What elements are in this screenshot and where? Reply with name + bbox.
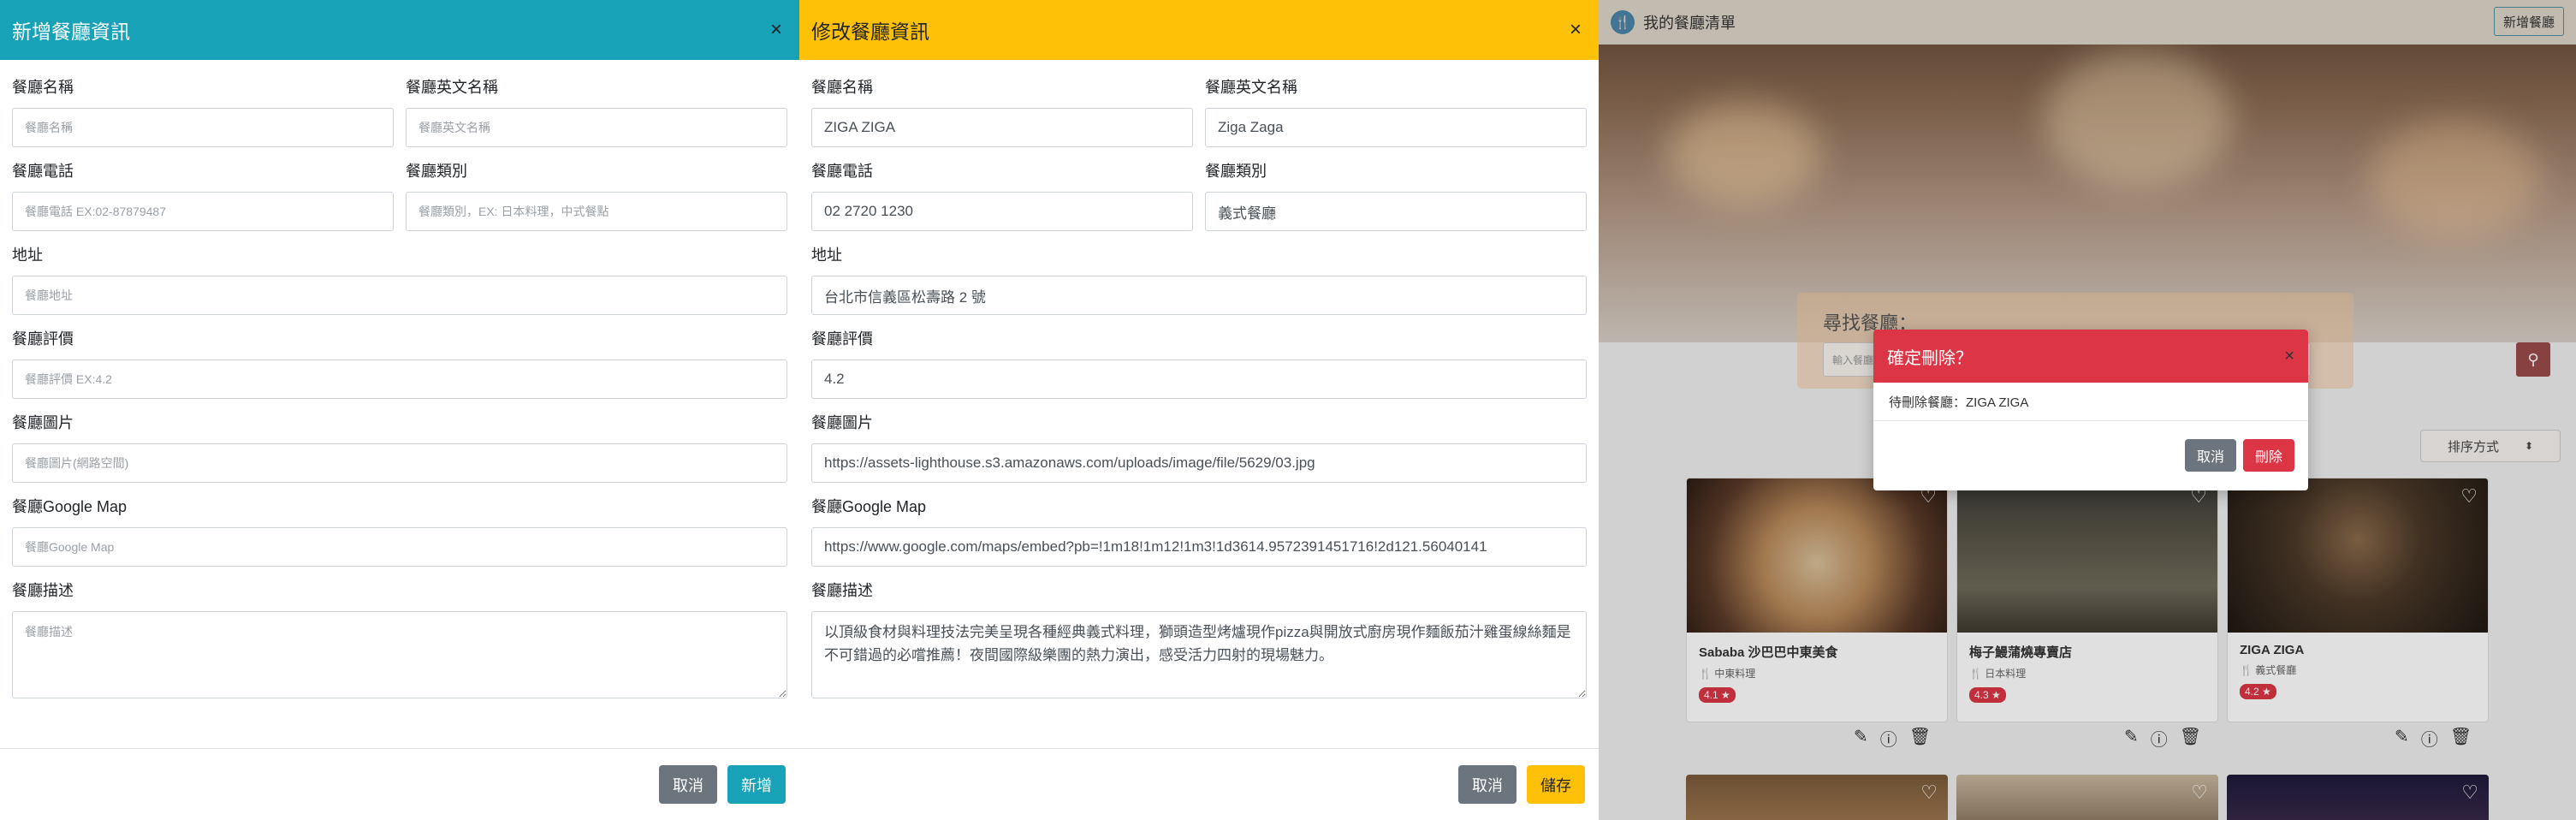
rating-label: 餐廳評價 [811, 330, 873, 348]
add-restaurant-modal: 新增餐廳資訊 × 餐廳名稱 餐廳英文名稱 餐廳電話 餐廳類別 地址 餐廳評價 餐… [0, 0, 799, 820]
address-label: 地址 [12, 247, 43, 264]
phone-input[interactable] [12, 192, 394, 231]
delete-confirm-dialog: 確定刪除？ × 待刪除餐廳：ZIGA ZIGA 取消 刪除 [1873, 330, 2308, 490]
category-label: 餐廳類別 [1205, 163, 1267, 180]
image-input[interactable] [811, 443, 1587, 483]
map-input[interactable] [811, 527, 1587, 567]
cancel-button[interactable]: 取消 [2184, 439, 2236, 472]
edit-modal-body: 餐廳名稱 餐廳英文名稱 餐廳電話 餐廳類別 地址 餐廳評價 餐廳圖片 餐廳Goo… [799, 60, 1599, 703]
map-input[interactable] [12, 527, 787, 567]
phone-label: 餐廳電話 [12, 163, 74, 180]
edit-restaurant-modal: 修改餐廳資訊 × 餐廳名稱 餐廳英文名稱 餐廳電話 餐廳類別 地址 餐廳評價 餐… [799, 0, 1599, 820]
image-label: 餐廳圖片 [12, 414, 74, 431]
name-input[interactable] [811, 108, 1193, 147]
add-modal-body: 餐廳名稱 餐廳英文名稱 餐廳電話 餐廳類別 地址 餐廳評價 餐廳圖片 餐廳Goo… [0, 60, 799, 703]
name-en-label: 餐廳英文名稱 [1205, 79, 1297, 96]
name-label: 餐廳名稱 [811, 79, 873, 96]
add-modal-header: 新增餐廳資訊 × [0, 0, 799, 60]
add-modal-footer: 取消 新增 [0, 748, 799, 820]
rating-input[interactable] [811, 359, 1587, 399]
name-en-label: 餐廳英文名稱 [406, 79, 498, 96]
address-input[interactable] [811, 276, 1587, 315]
save-button[interactable]: 儲存 [1527, 765, 1585, 804]
add-modal-title: 新增餐廳資訊 [12, 21, 130, 43]
phone-label: 餐廳電話 [811, 163, 873, 180]
name-en-input[interactable] [406, 108, 787, 147]
category-input[interactable] [406, 192, 787, 231]
name-input[interactable] [12, 108, 394, 147]
address-input[interactable] [12, 276, 787, 315]
delete-dialog-title: 確定刪除？ [1887, 348, 1973, 368]
delete-dialog-footer: 取消 刪除 [1873, 421, 2308, 490]
add-button[interactable]: 新增 [727, 765, 786, 804]
close-icon[interactable]: × [2284, 347, 2294, 366]
map-label: 餐廳Google Map [12, 498, 128, 515]
cancel-button[interactable]: 取消 [1458, 765, 1517, 804]
delete-button[interactable]: 刪除 [2242, 439, 2294, 472]
edit-modal-header: 修改餐廳資訊 × [799, 0, 1599, 60]
phone-input[interactable] [811, 192, 1193, 231]
description-label: 餐廳描述 [12, 582, 74, 599]
cancel-button[interactable]: 取消 [659, 765, 717, 804]
edit-modal-footer: 取消 儲存 [799, 748, 1599, 820]
edit-modal-title: 修改餐廳資訊 [811, 21, 929, 43]
address-label: 地址 [811, 247, 842, 264]
name-en-input[interactable] [1205, 108, 1587, 147]
delete-dialog-header: 確定刪除？ × [1873, 330, 2308, 383]
delete-dialog-message: 待刪除餐廳：ZIGA ZIGA [1873, 383, 2308, 421]
name-label: 餐廳名稱 [12, 79, 74, 96]
restaurant-list-page: 🍴 我的餐廳清單 新增餐廳 尋找餐廳： 輸入餐廳 ⚲ 排序方式 ⬍ ♡ Sabab… [1599, 0, 2576, 820]
image-input[interactable] [12, 443, 787, 483]
description-textarea[interactable] [12, 611, 787, 698]
image-label: 餐廳圖片 [811, 414, 873, 431]
close-icon[interactable]: × [765, 18, 787, 42]
rating-input[interactable] [12, 359, 787, 399]
description-textarea[interactable]: 以頂級食材與料理技法完美呈現各種經典義式料理，獅頭造型烤爐現作pizza與開放式… [811, 611, 1587, 698]
category-input[interactable] [1205, 192, 1587, 231]
description-label: 餐廳描述 [811, 582, 873, 599]
category-label: 餐廳類別 [406, 163, 467, 180]
map-label: 餐廳Google Map [811, 498, 927, 515]
close-icon[interactable]: × [1564, 18, 1587, 42]
rating-label: 餐廳評價 [12, 330, 74, 348]
